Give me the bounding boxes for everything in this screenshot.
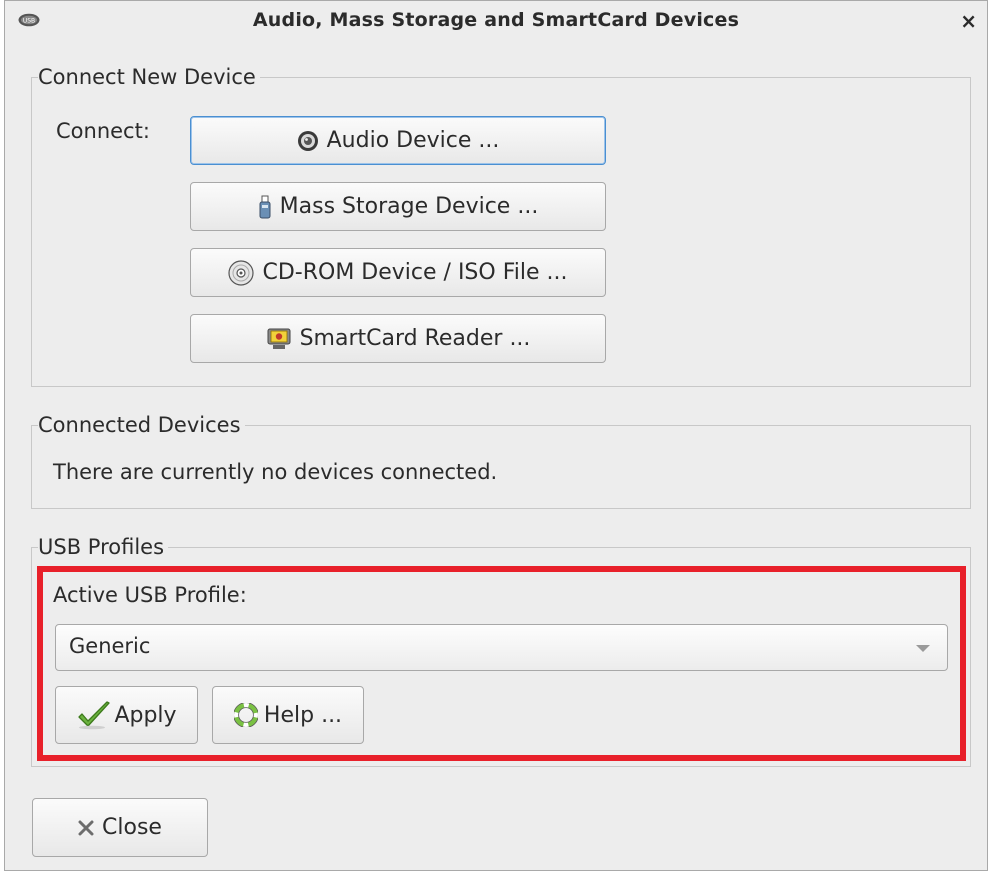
close-icon[interactable]: × <box>960 9 977 33</box>
dialog-window: USB Audio, Mass Storage and SmartCard De… <box>4 0 988 871</box>
smartcard-reader-button[interactable]: SmartCard Reader ... <box>190 314 606 363</box>
help-lifebuoy-icon <box>233 703 258 727</box>
connect-label: Connect: <box>56 119 150 143</box>
cdrom-device-button[interactable]: CD-ROM Device / ISO File ... <box>190 248 606 297</box>
active-usb-profile-label: Active USB Profile: <box>53 583 247 607</box>
mass-storage-device-button[interactable]: Mass Storage Device ... <box>190 182 606 231</box>
checkmark-icon <box>76 700 112 730</box>
smartcard-label: SmartCard Reader ... <box>299 326 531 351</box>
usb-profiles-group: USB Profiles Active USB Profile: Generic… <box>31 533 971 767</box>
cdrom-icon <box>228 259 255 286</box>
connect-group-title: Connect New Device <box>38 63 260 91</box>
mass-storage-label: Mass Storage Device ... <box>279 194 539 219</box>
speaker-icon <box>297 130 319 152</box>
usb-profile-select[interactable]: Generic <box>55 624 948 671</box>
title-bar[interactable]: USB Audio, Mass Storage and SmartCard De… <box>5 1 987 41</box>
window-title: Audio, Mass Storage and SmartCard Device… <box>252 9 740 31</box>
connected-devices-group: Connected Devices There are currently no… <box>31 411 971 509</box>
chevron-down-icon <box>916 645 930 652</box>
apply-label: Apply <box>114 702 177 728</box>
close-button[interactable]: Close <box>32 798 208 857</box>
help-label: Help ... <box>263 702 343 728</box>
smartcard-reader-icon <box>266 327 292 351</box>
usb-profile-selected-value: Generic <box>69 634 151 658</box>
audio-device-button[interactable]: Audio Device ... <box>190 116 606 165</box>
audio-device-label: Audio Device ... <box>326 128 500 153</box>
no-devices-message: There are currently no devices connected… <box>53 460 498 484</box>
usb-group-title: USB Profiles <box>38 533 169 561</box>
cdrom-label: CD-ROM Device / ISO File ... <box>262 260 568 285</box>
usb-stick-icon <box>258 195 272 219</box>
connect-new-device-group: Connect New Device Connect: Audio Device… <box>31 63 971 387</box>
close-x-icon <box>78 820 94 836</box>
connected-group-title: Connected Devices <box>38 411 245 439</box>
apply-button[interactable]: Apply <box>55 686 198 744</box>
help-button[interactable]: Help ... <box>212 686 364 744</box>
close-label: Close <box>102 815 162 840</box>
